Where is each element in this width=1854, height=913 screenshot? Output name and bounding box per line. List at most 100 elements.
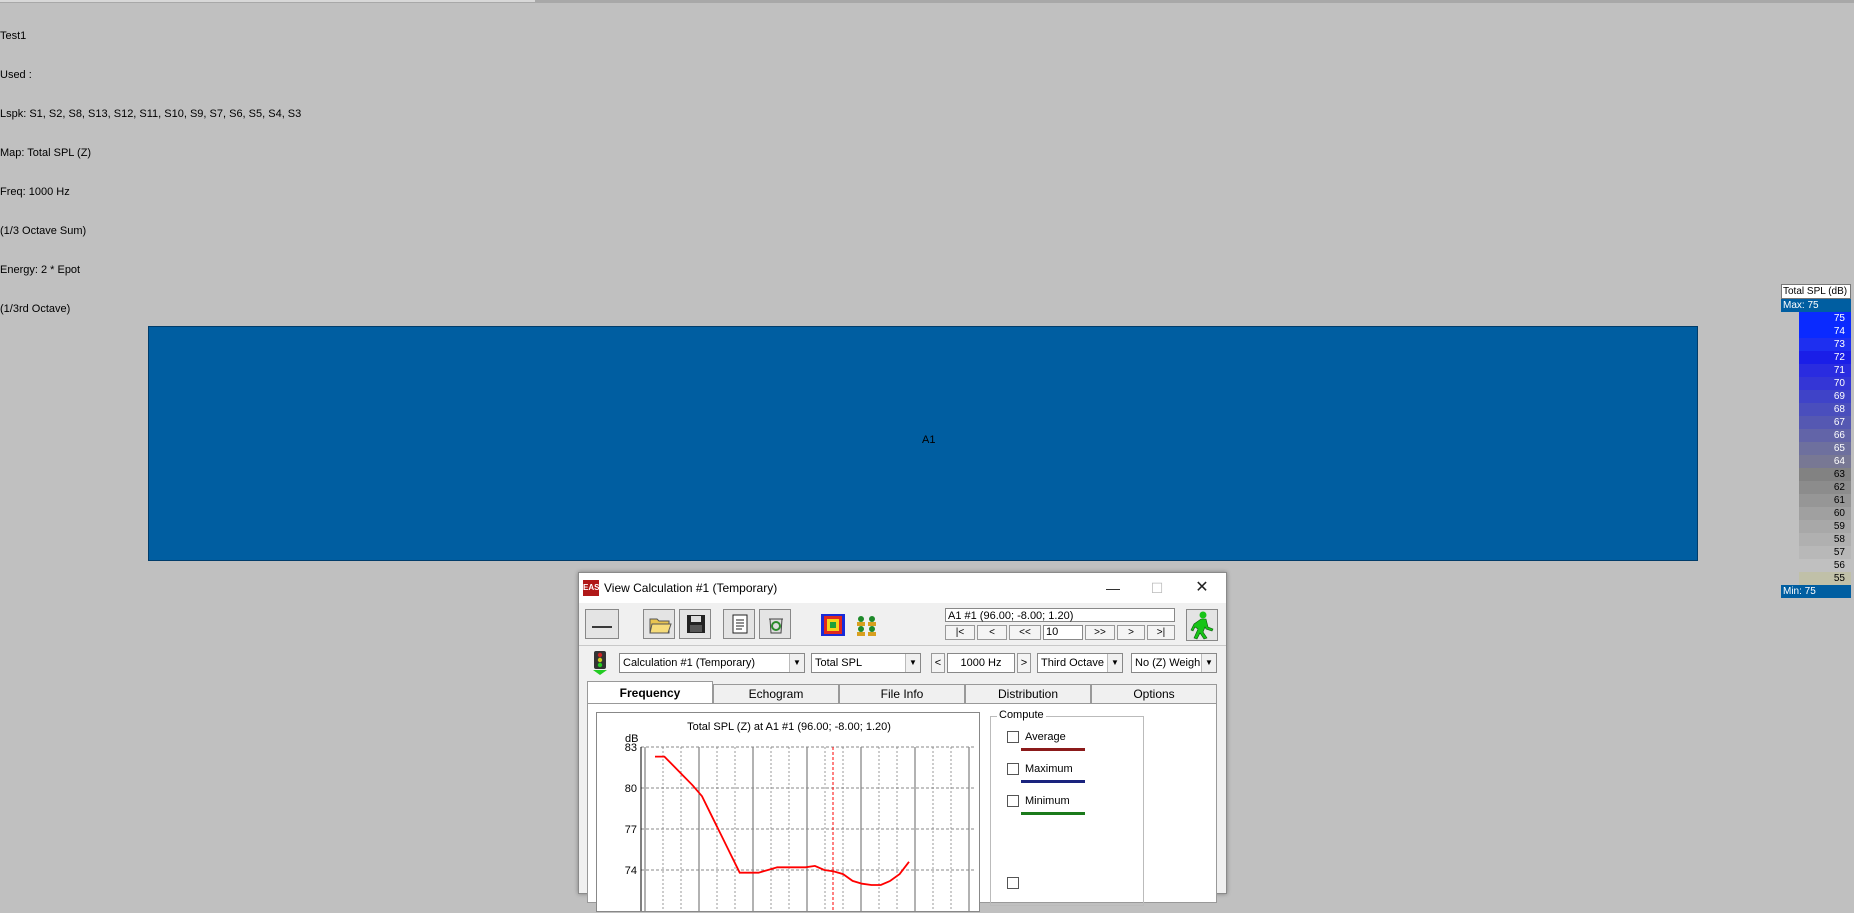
mapping-button[interactable] <box>815 609 847 639</box>
info-line-used: Used : <box>0 69 32 81</box>
maximum-checkbox[interactable]: Maximum <box>1007 763 1073 776</box>
average-label: Average <box>1025 731 1066 743</box>
legend-title: Total SPL (dB) <box>1781 284 1851 299</box>
dialog-titlebar[interactable]: EASE View Calculation #1 (Temporary) — ☐… <box>579 573 1226 603</box>
tab-echogram[interactable]: Echogram <box>713 684 839 703</box>
close-button[interactable]: ✕ <box>1180 575 1224 601</box>
audience-icon <box>857 616 876 636</box>
chevron-down-icon: ▼ <box>789 654 804 672</box>
info-line-loudspeakers: Lspk: S1, S2, S8, S13, S12, S11, S10, S9… <box>0 108 302 120</box>
legend-levels: 75 74 73 72 71 70 69 68 67 66 65 64 63 62 61 60 59 58 57 56… <box>1781 312 1851 585</box>
y-tick-label: 80 <box>625 783 637 795</box>
legend-level-60: 60 <box>1799 507 1851 520</box>
dialog-tabs: Frequency Echogram File Info Distributio… <box>587 681 1217 704</box>
ease-app-icon: EASE <box>583 580 605 596</box>
recycle-button[interactable] <box>759 609 791 639</box>
legend-level-68: 68 <box>1799 403 1851 416</box>
spl-series-line <box>655 755 910 886</box>
traffic-light-icon[interactable] <box>589 650 611 676</box>
view-calculation-dialog: EASE View Calculation #1 (Temporary) — ☐… <box>578 572 1227 912</box>
minimize-button[interactable]: — <box>1091 575 1135 601</box>
walk-button[interactable] <box>1186 609 1218 641</box>
legend-level-62: 62 <box>1799 481 1851 494</box>
legend-level-71: 71 <box>1799 364 1851 377</box>
nav-prev-fast-button[interactable]: << <box>1009 625 1041 640</box>
info-line-energy: Energy: 2 * Epot <box>0 264 81 276</box>
chevron-down-icon: ▼ <box>905 654 920 672</box>
frequency-tab-panel: Total SPL (Z) at A1 #1 (96.00; -8.00; 1.… <box>587 703 1217 912</box>
legend-level-66: 66 <box>1799 429 1851 442</box>
legend-level-56: 56 <box>1799 559 1851 572</box>
extra-checkbox[interactable] <box>1007 877 1025 890</box>
open-button[interactable] <box>643 609 675 639</box>
nav-last-button[interactable]: >| <box>1147 625 1175 640</box>
quantity-select-value: Total SPL <box>815 657 863 669</box>
info-line-map: Map: Total SPL (Z) <box>0 147 92 159</box>
frequency-response-chart[interactable]: Total SPL (Z) at A1 #1 (96.00; -8.00; 1.… <box>596 712 980 912</box>
receiver-coordinate-display: A1 #1 (96.00; -8.00; 1.20) <box>945 608 1175 622</box>
info-line-octave: (1/3rd Octave) <box>0 303 71 315</box>
legend-level-59: 59 <box>1799 520 1851 533</box>
position-navigator: A1 #1 (96.00; -8.00; 1.20) |< < << 10 >>… <box>945 608 1177 640</box>
dialog-toolbar: A1 #1 (96.00; -8.00; 1.20) |< < << 10 >>… <box>579 605 1226 646</box>
top-edge <box>0 0 1854 3</box>
top-edge-highlight <box>0 0 535 2</box>
nav-next-button[interactable]: > <box>1117 625 1145 640</box>
freq-next-button[interactable]: > <box>1017 653 1031 673</box>
legend-level-70: 70 <box>1799 377 1851 390</box>
maximum-label: Maximum <box>1025 763 1073 775</box>
calculation-select[interactable]: Calculation #1 (Temporary) ▼ <box>619 653 805 673</box>
legend-level-55: 55 <box>1799 572 1851 585</box>
legend-level-64: 64 <box>1799 455 1851 468</box>
average-checkbox[interactable]: Average <box>1007 731 1066 744</box>
quantity-select[interactable]: Total SPL ▼ <box>811 653 921 673</box>
report-button[interactable] <box>723 609 755 639</box>
legend-level-67: 67 <box>1799 416 1851 429</box>
document-icon <box>732 614 748 634</box>
calculation-select-value: Calculation #1 (Temporary) <box>623 657 756 669</box>
average-line-swatch <box>1021 748 1085 751</box>
checkbox-icon <box>1007 763 1019 776</box>
legend-level-57: 57 <box>1799 546 1851 559</box>
legend-level-75: 75 <box>1799 312 1851 325</box>
legend-min: Min: 75 <box>1781 585 1851 598</box>
band-select[interactable]: Third Octave ▼ <box>1037 653 1123 673</box>
nav-first-button[interactable]: |< <box>945 625 975 640</box>
minimum-label: Minimum <box>1025 795 1070 807</box>
y-tick-label: 83 <box>625 742 637 754</box>
nav-step-field[interactable]: 10 <box>1043 625 1083 640</box>
weighting-select[interactable]: No (Z) Weigh ▼ <box>1131 653 1217 673</box>
legend-level-72: 72 <box>1799 351 1851 364</box>
compute-title: Compute <box>997 709 1046 721</box>
legend-level-63: 63 <box>1799 468 1851 481</box>
walking-man-icon <box>1190 611 1214 640</box>
tab-file-info[interactable]: File Info <box>839 684 965 703</box>
weighting-select-value: No (Z) Weigh <box>1135 657 1201 669</box>
minimum-checkbox[interactable]: Minimum <box>1007 795 1070 808</box>
dialog-title: View Calculation #1 (Temporary) <box>604 581 778 595</box>
checkbox-icon <box>1007 731 1019 744</box>
legend-level-65: 65 <box>1799 442 1851 455</box>
audience-area-map[interactable]: A1 <box>148 326 1698 561</box>
tab-frequency[interactable]: Frequency <box>587 681 713 704</box>
line-style-button[interactable] <box>585 609 619 639</box>
selection-row: Calculation #1 (Temporary) ▼ Total SPL ▼… <box>579 646 1226 678</box>
nav-prev-button[interactable]: < <box>977 625 1007 640</box>
tab-distribution[interactable]: Distribution <box>965 684 1091 703</box>
color-map-icon <box>821 614 845 636</box>
save-button[interactable] <box>679 609 711 639</box>
tab-options[interactable]: Options <box>1091 684 1217 703</box>
line-icon <box>592 626 612 628</box>
checkbox-icon <box>1007 795 1019 808</box>
y-tick-label: 77 <box>625 824 637 836</box>
chevron-down-icon: ▼ <box>1107 654 1122 672</box>
chevron-down-icon: ▼ <box>1201 654 1216 672</box>
nav-next-fast-button[interactable]: >> <box>1085 625 1115 640</box>
audience-button[interactable] <box>849 609 881 639</box>
frequency-field[interactable]: 1000 Hz <box>947 653 1015 673</box>
freq-prev-button[interactable]: < <box>931 653 945 673</box>
legend-max: Max: 75 <box>1781 299 1851 312</box>
minimum-line-swatch <box>1021 812 1085 815</box>
info-line-project: Test1 <box>0 30 27 42</box>
maximize-button[interactable]: ☐ <box>1135 575 1179 601</box>
